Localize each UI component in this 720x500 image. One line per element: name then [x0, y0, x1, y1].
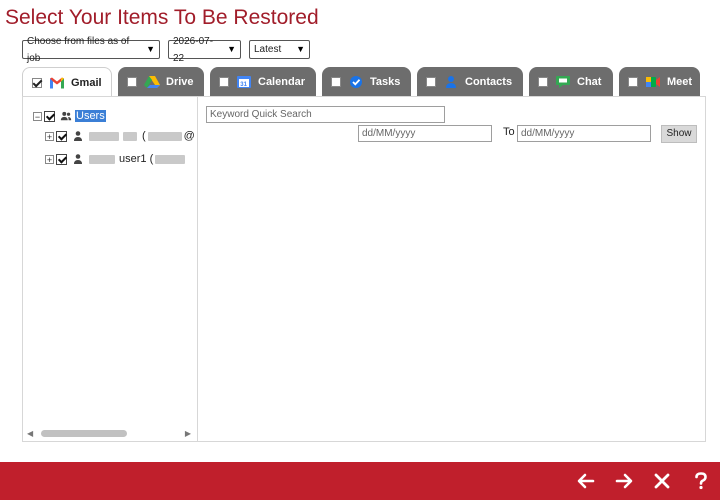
meet-icon	[646, 77, 660, 87]
contacts-icon	[446, 76, 456, 88]
tab-contacts[interactable]: Contacts	[417, 67, 523, 97]
tab-chat-checkbox[interactable]	[538, 77, 548, 87]
restore-mode-value: Choose from files as of job	[27, 35, 130, 64]
redacted-email	[147, 131, 182, 141]
chevron-down-icon: ▼	[227, 44, 236, 54]
chevron-down-icon: ▼	[146, 44, 155, 54]
redacted-name	[123, 131, 137, 141]
tab-chat-label: Chat	[577, 76, 602, 88]
tab-meet-label: Meet	[667, 76, 693, 88]
tab-calendar-checkbox[interactable]	[219, 77, 229, 87]
tab-calendar[interactable]: 31 Calendar	[210, 67, 316, 97]
user-checkbox[interactable]	[56, 153, 67, 165]
user-tree-pane[interactable]: − Users + ( @ + user1 (◀ ▶	[23, 97, 198, 441]
drive-icon	[144, 76, 160, 88]
calendar-icon: 31	[237, 76, 251, 88]
scrollbar-thumb[interactable]	[41, 430, 127, 437]
gmail-icon	[50, 77, 64, 89]
help-icon	[695, 472, 707, 490]
users-checkbox[interactable]	[44, 110, 55, 122]
tab-contacts-label: Contacts	[465, 76, 513, 88]
tab-tasks[interactable]: Tasks	[322, 67, 411, 97]
job-date-value: 2026-07-22	[173, 35, 214, 64]
user-checkbox[interactable]	[56, 130, 67, 142]
to-date-input[interactable]: dd/MM/yyyy	[517, 125, 651, 142]
scroll-left-icon[interactable]: ◀	[27, 429, 33, 438]
tab-calendar-label: Calendar	[258, 76, 306, 88]
user-label[interactable]: (	[142, 130, 146, 142]
expand-icon[interactable]: +	[45, 131, 54, 141]
tree-user-row: + ( @	[45, 128, 195, 144]
restore-mode-select[interactable]: Choose from files as of job ▼	[22, 36, 160, 64]
version-select[interactable]: Latest ▼	[249, 40, 310, 59]
version-value: Latest	[254, 44, 282, 55]
back-button[interactable]	[575, 470, 597, 492]
redacted-name	[89, 131, 119, 141]
job-date-select[interactable]: 2026-07-22 ▼	[168, 36, 241, 64]
user-label[interactable]: user1 (	[119, 153, 153, 165]
chat-icon	[556, 76, 570, 88]
tasks-icon	[350, 76, 362, 88]
tab-tasks-checkbox[interactable]	[331, 77, 341, 87]
help-button[interactable]	[690, 470, 712, 492]
show-button[interactable]: Show	[661, 125, 697, 143]
service-tabs: Gmail Drive 31 Calendar Tasks Contacts C…	[22, 67, 706, 98]
arrow-right-icon	[615, 473, 633, 489]
to-label: To	[503, 126, 515, 138]
tab-drive-label: Drive	[166, 76, 194, 88]
arrow-left-icon	[577, 473, 595, 489]
page-title: Select Your Items To Be Restored	[5, 6, 319, 29]
users-group-icon	[60, 111, 72, 121]
chevron-down-icon: ▼	[296, 44, 305, 54]
expand-icon[interactable]: +	[45, 154, 54, 164]
redacted-email	[155, 154, 186, 164]
tab-drive[interactable]: Drive	[118, 67, 204, 97]
person-icon	[74, 154, 82, 164]
user-email-suffix: @	[183, 130, 195, 142]
footer-bar	[0, 462, 720, 500]
from-date-input[interactable]: dd/MM/yyyy	[358, 125, 492, 142]
search-pane: Keyword Quick Search dd/MM/yyyy To dd/MM…	[198, 97, 705, 441]
tab-meet[interactable]: Meet	[619, 67, 700, 97]
tab-tasks-label: Tasks	[370, 76, 401, 88]
keyword-search-input[interactable]: Keyword Quick Search	[206, 106, 445, 123]
scroll-right-icon[interactable]: ▶	[185, 429, 191, 438]
close-icon	[654, 473, 670, 489]
tab-gmail[interactable]: Gmail	[22, 67, 112, 98]
redacted-name	[89, 154, 115, 164]
tab-meet-checkbox[interactable]	[628, 77, 638, 87]
tree-user-row: + user1 (	[45, 151, 187, 167]
tab-gmail-checkbox[interactable]	[32, 78, 42, 88]
next-button[interactable]	[613, 470, 635, 492]
tab-gmail-label: Gmail	[71, 77, 102, 89]
content-panel: − Users + ( @ + user1 (◀ ▶ Keyword Quic…	[22, 96, 706, 442]
person-icon	[74, 131, 82, 141]
tab-chat[interactable]: Chat	[529, 67, 613, 97]
horizontal-scrollbar[interactable]: ◀ ▶	[25, 427, 193, 439]
svg-text:31: 31	[240, 82, 247, 88]
cancel-button[interactable]	[651, 470, 673, 492]
tree-root-row: − Users	[33, 108, 106, 124]
users-label[interactable]: Users	[75, 110, 106, 122]
tab-drive-checkbox[interactable]	[127, 77, 137, 87]
collapse-icon[interactable]: −	[33, 111, 42, 121]
tab-contacts-checkbox[interactable]	[426, 77, 436, 87]
